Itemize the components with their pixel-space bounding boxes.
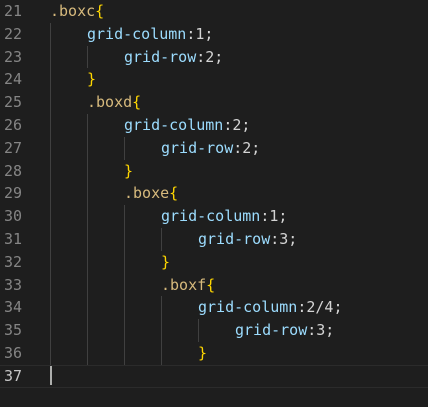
code-token: { bbox=[95, 2, 105, 20]
code-line[interactable]: 30 grid-column:1; bbox=[0, 205, 428, 228]
code-token: :2/4; bbox=[297, 298, 343, 317]
line-number: 36 bbox=[3, 344, 22, 362]
code-line[interactable]: 26 grid-column:2; bbox=[0, 114, 428, 137]
code-token: :1; bbox=[260, 207, 288, 226]
code-token: grid-row bbox=[235, 321, 308, 340]
code-token: grid-row bbox=[198, 230, 271, 248]
line-number: 30 bbox=[3, 207, 22, 226]
code-token: { bbox=[206, 275, 216, 294]
code-line[interactable]: 27 grid-row:2; bbox=[0, 137, 428, 160]
code-text: } bbox=[87, 68, 96, 91]
code-token: :3; bbox=[270, 230, 298, 248]
code-token: } bbox=[161, 252, 171, 271]
code-token: :2; bbox=[223, 116, 251, 134]
code-text: } bbox=[161, 251, 170, 274]
code-text: .boxe{ bbox=[124, 182, 178, 205]
code-line[interactable]: 25 .boxd{ bbox=[0, 91, 428, 114]
line-number: 26 bbox=[3, 116, 22, 134]
line-number: 29 bbox=[3, 184, 22, 203]
code-token: :2; bbox=[233, 138, 261, 157]
code-line[interactable]: 23 grid-row:2; bbox=[0, 46, 428, 69]
line-number: 25 bbox=[3, 93, 22, 112]
line-number: 23 bbox=[3, 47, 22, 66]
line-number: 31 bbox=[3, 230, 22, 248]
code-text: .boxf{ bbox=[161, 274, 215, 297]
code-text: grid-row:3; bbox=[235, 319, 334, 342]
indent-guide bbox=[124, 205, 125, 365]
code-line[interactable]: 31 grid-row:3; bbox=[0, 228, 428, 251]
indent-guide bbox=[87, 45, 88, 69]
code-text: grid-column:2/4; bbox=[198, 296, 343, 319]
code-line[interactable]: 34 grid-column:2/4; bbox=[0, 296, 428, 319]
code-line[interactable]: 37 bbox=[0, 365, 428, 388]
code-text: } bbox=[124, 160, 133, 183]
indent-guide bbox=[161, 296, 162, 365]
line-number: 32 bbox=[3, 252, 22, 271]
code-token: { bbox=[169, 184, 179, 203]
code-token: grid-row bbox=[161, 138, 234, 157]
line-number: 24 bbox=[3, 70, 22, 89]
indent-guide bbox=[161, 228, 162, 251]
code-editor[interactable]: 21 .boxc{22 grid-column:1; 23 grid-row:2; 24}… bbox=[0, 0, 428, 407]
code-line[interactable]: 28} bbox=[0, 160, 428, 183]
code-text: grid-row:3; bbox=[198, 228, 297, 251]
code-token: { bbox=[132, 93, 142, 112]
code-text: .boxd{ bbox=[87, 91, 141, 114]
code-text: grid-column:2; bbox=[124, 114, 250, 137]
code-token: :1; bbox=[186, 24, 214, 43]
code-token: grid-row bbox=[124, 47, 197, 66]
code-text: .boxc{ bbox=[50, 0, 104, 23]
code-token: } bbox=[124, 161, 134, 180]
code-line[interactable]: 32} bbox=[0, 251, 428, 274]
code-token: grid-column bbox=[124, 116, 224, 134]
code-token: grid-column bbox=[198, 298, 298, 317]
code-token: .boxf bbox=[161, 275, 207, 294]
code-token: :3; bbox=[307, 321, 335, 340]
code-token: .boxd bbox=[87, 93, 133, 112]
line-number: 28 bbox=[3, 161, 22, 180]
code-line[interactable]: 21 .boxc{ bbox=[0, 0, 428, 23]
code-text: grid-row:2; bbox=[124, 46, 223, 69]
code-token: .boxc bbox=[50, 2, 96, 20]
line-number: 22 bbox=[3, 24, 22, 43]
code-line[interactable]: 29 .boxe{ bbox=[0, 182, 428, 205]
code-token: grid-column bbox=[87, 24, 187, 43]
code-token: :2; bbox=[196, 47, 224, 66]
code-token: .boxe bbox=[124, 184, 170, 203]
line-number: 37 bbox=[3, 366, 22, 385]
indent-guide bbox=[124, 136, 125, 160]
code-line[interactable]: 22 grid-column:1; bbox=[0, 23, 428, 46]
line-number: 33 bbox=[3, 275, 22, 294]
code-token: } bbox=[198, 344, 208, 362]
line-number: 21 bbox=[3, 2, 22, 20]
line-number: 27 bbox=[3, 138, 22, 157]
code-token: } bbox=[87, 70, 97, 89]
indent-guide bbox=[87, 114, 88, 365]
line-number: 35 bbox=[3, 321, 22, 340]
code-line[interactable]: 36} bbox=[0, 342, 428, 365]
code-line[interactable]: 35 grid-row:3; bbox=[0, 319, 428, 342]
indent-guide bbox=[50, 22, 51, 365]
code-line[interactable]: 24} bbox=[0, 68, 428, 91]
line-number: 34 bbox=[3, 298, 22, 317]
indent-guide bbox=[198, 319, 199, 342]
code-text: grid-column:1; bbox=[87, 23, 213, 46]
text-cursor bbox=[50, 366, 52, 385]
code-text: grid-column:1; bbox=[161, 205, 287, 228]
code-token: grid-column bbox=[161, 207, 261, 226]
code-line[interactable]: 33 .boxf{ bbox=[0, 274, 428, 297]
code-text: } bbox=[198, 342, 207, 365]
code-text: grid-row:2; bbox=[161, 137, 260, 160]
